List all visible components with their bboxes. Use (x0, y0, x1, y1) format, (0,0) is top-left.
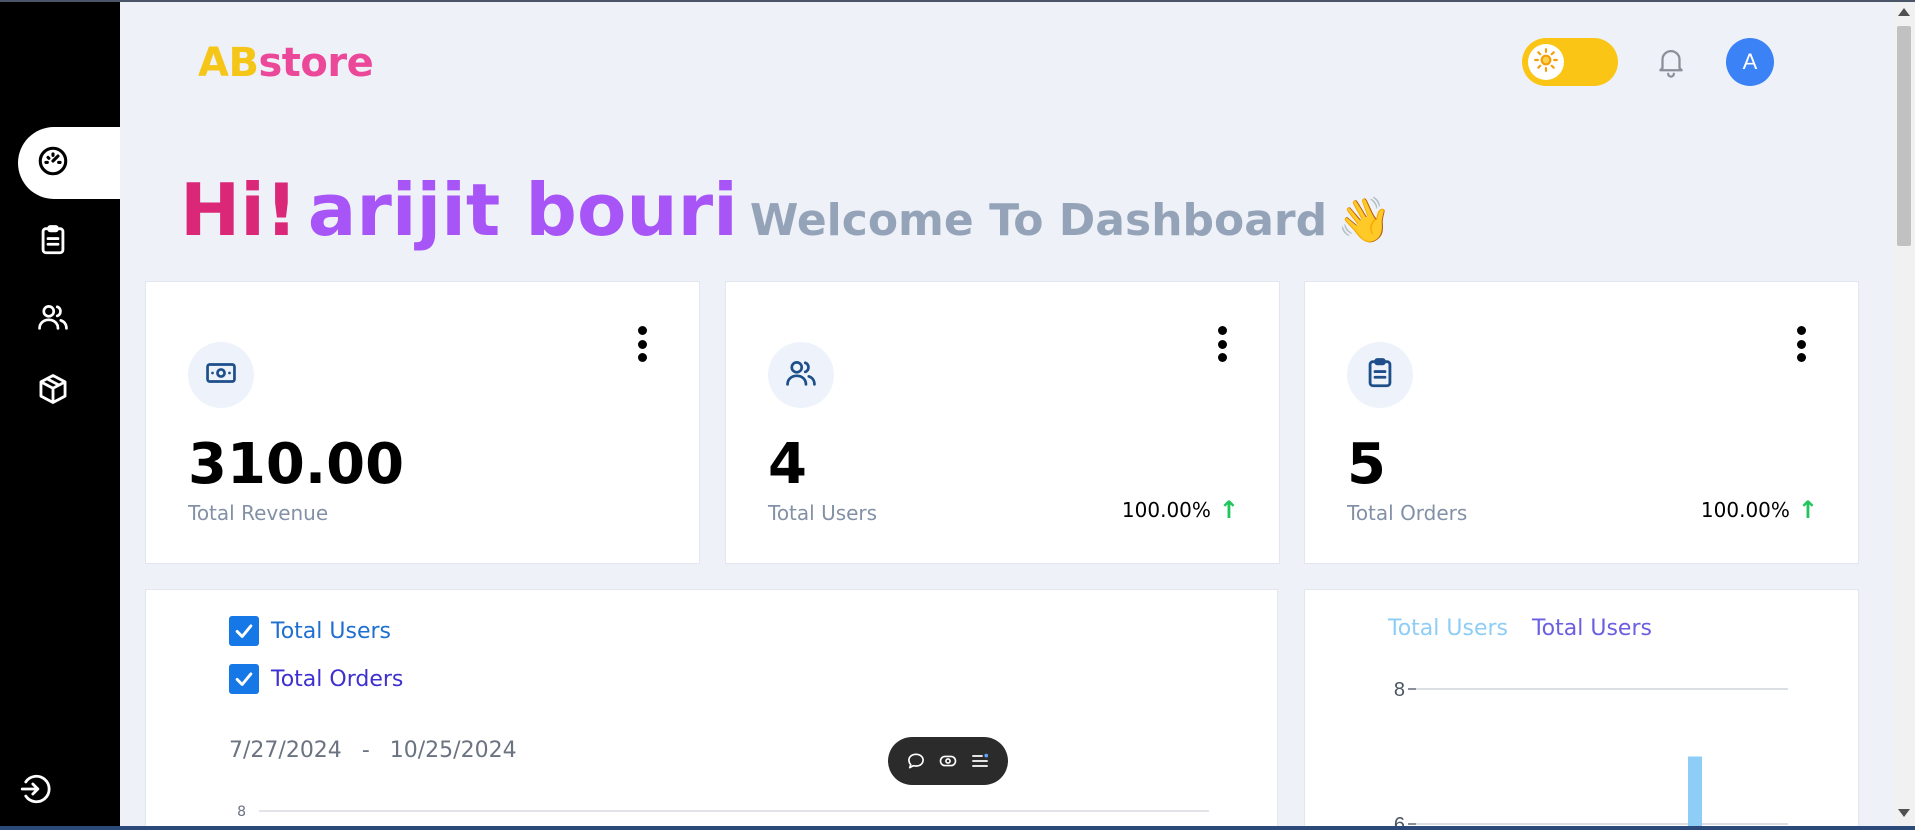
card-menu-button[interactable] (1210, 322, 1234, 366)
stat-label: Total Users (768, 501, 878, 525)
stat-icon-wrapper (1347, 342, 1413, 408)
vertical-scrollbar[interactable] (1893, 0, 1915, 826)
bell-icon (1654, 50, 1688, 82)
sidebar (0, 0, 120, 830)
stat-change-percent: 100.00% (1121, 498, 1211, 522)
sidebar-item-users[interactable] (18, 283, 120, 355)
y-tick-label: 8 (237, 804, 246, 820)
waving-hand-emoji: 👋 (1337, 195, 1392, 246)
theme-toggle[interactable] (1522, 38, 1618, 86)
box-icon (36, 372, 70, 410)
clipboard-icon (1363, 356, 1397, 394)
notifications-button[interactable] (1654, 44, 1690, 80)
floating-toolbar (888, 737, 1008, 785)
scroll-up-arrow-icon[interactable] (1898, 8, 1910, 16)
logout-icon (18, 774, 52, 810)
eye-icon[interactable] (936, 749, 960, 773)
logo-part-store: store (258, 40, 374, 86)
stat-icon-wrapper (188, 342, 254, 408)
stat-value: 310.00 (188, 432, 405, 497)
card-menu-button[interactable] (630, 322, 654, 366)
scroll-thumb[interactable] (1897, 26, 1911, 246)
arrow-up-icon: ↑ (1797, 496, 1818, 524)
greeting: Hi! arijit bouri Welcome To Dashboard 👋 (180, 168, 1392, 252)
stat-label: Total Revenue (188, 501, 329, 525)
stat-change: 100.00% ↑ (1701, 496, 1818, 524)
arrow-up-icon: ↑ (1218, 496, 1239, 524)
greeting-user-name: arijit bouri (307, 168, 738, 252)
scroll-down-arrow-icon[interactable] (1898, 809, 1910, 817)
line-chart-card: Total Users Total Orders 7/27/2024 - 10/… (145, 589, 1278, 830)
greeting-hi: Hi! (180, 168, 298, 252)
dashboard-icon (36, 144, 70, 182)
bar (1688, 756, 1702, 830)
stat-value: 5 (1347, 432, 1386, 497)
comment-icon[interactable] (904, 749, 928, 773)
users-icon (36, 300, 70, 338)
stat-change-percent: 100.00% (1700, 498, 1790, 522)
sun-icon (1533, 47, 1559, 77)
window-top-border (0, 0, 1915, 2)
stat-label: Total Orders (1347, 501, 1468, 525)
bar-chart: 86 (1394, 679, 1788, 830)
sidebar-item-dashboard[interactable] (18, 127, 120, 199)
stat-value: 4 (768, 432, 807, 497)
sidebar-item-orders[interactable] (18, 206, 120, 278)
stat-card-revenue: 310.00 Total Revenue (145, 281, 700, 564)
avatar[interactable]: A (1726, 38, 1774, 86)
y-tick-label: 8 (1394, 679, 1405, 701)
stat-card-users: 4 Total Users 100.00% ↑ (725, 281, 1280, 564)
window-bottom-border (0, 826, 1915, 830)
list-icon[interactable] (968, 749, 992, 773)
users-icon (784, 356, 818, 394)
theme-toggle-knob (1528, 44, 1564, 80)
logo-part-ab: AB (198, 40, 259, 86)
line-chart: 8 (237, 804, 1209, 820)
cash-icon (204, 356, 238, 394)
sidebar-item-products[interactable] (18, 355, 120, 427)
bar-chart-card: Total Users Total Users 86 (1304, 589, 1859, 830)
stat-icon-wrapper (768, 342, 834, 408)
app-logo[interactable]: ABstore (198, 40, 374, 86)
logout-button[interactable] (18, 772, 56, 810)
clipboard-icon (36, 223, 70, 261)
greeting-welcome: Welcome To Dashboard (749, 195, 1328, 246)
card-menu-button[interactable] (1789, 322, 1813, 366)
stat-card-orders: 5 Total Orders 100.00% ↑ (1304, 281, 1859, 564)
stat-change: 100.00% ↑ (1122, 496, 1239, 524)
